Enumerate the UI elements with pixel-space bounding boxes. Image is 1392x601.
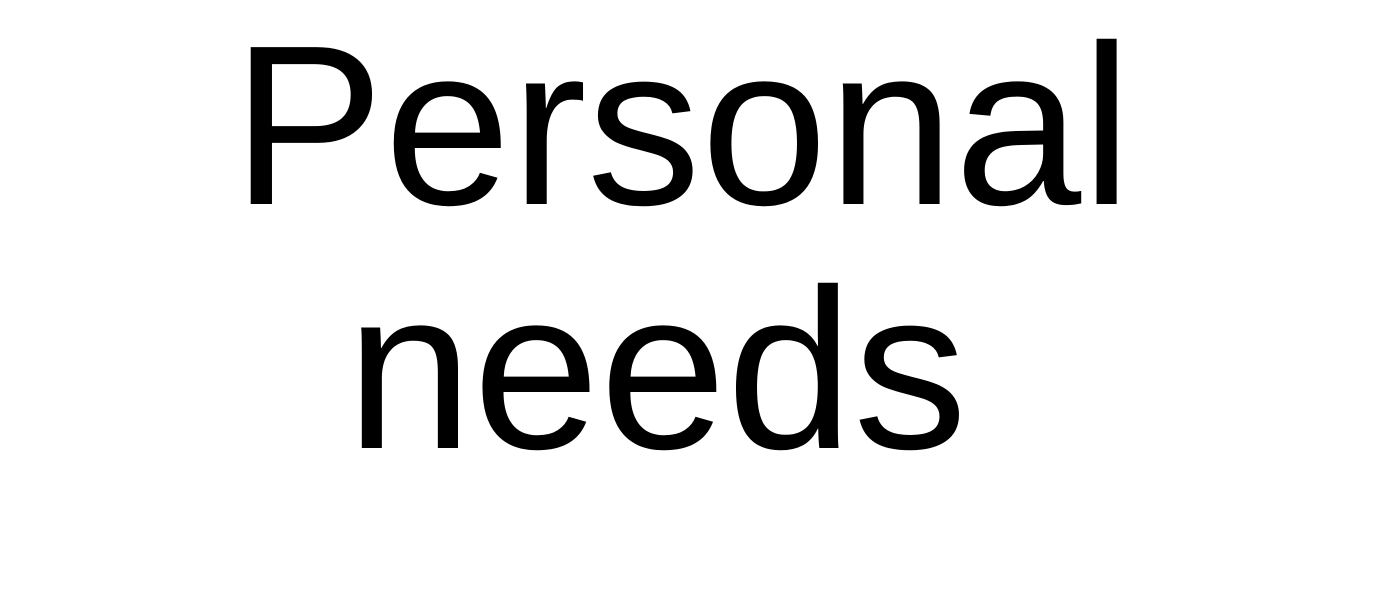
- slide-canvas: Personal needs: [0, 0, 1392, 601]
- title-line-needs: needs: [346, 243, 968, 497]
- title-line-personal: Personal: [232, 0, 1132, 253]
